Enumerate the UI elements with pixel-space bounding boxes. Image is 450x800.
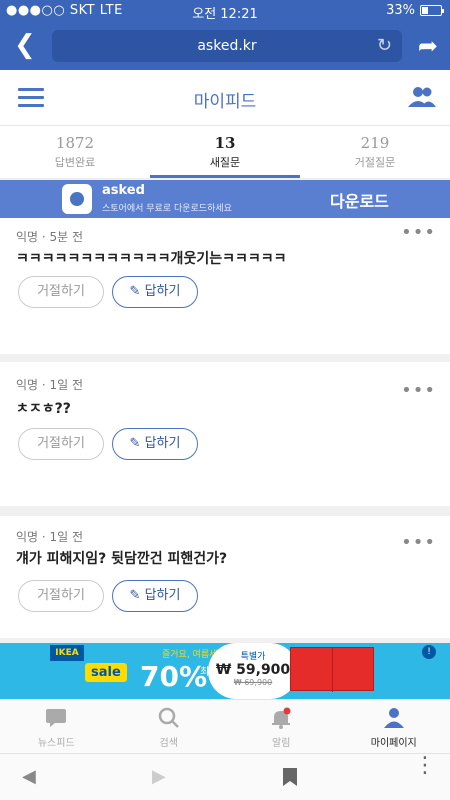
tab-new-questions[interactable]: 13 새질문 [150, 126, 300, 178]
download-button[interactable]: 다운로드 [330, 188, 389, 212]
clock-text: 오전 12:21 [192, 7, 258, 22]
browser-toolbar: ◀ ▶ ⋮ [0, 753, 450, 800]
menu-dots-icon[interactable]: ⋮ [414, 755, 436, 777]
bell-icon [272, 707, 291, 729]
ikea-logo: IKEA [50, 645, 84, 661]
rejected-label: 거절질문 [354, 156, 396, 169]
nav-mypage[interactable]: 마이페이지 [338, 700, 450, 753]
new-questions-count: 13 [214, 134, 236, 152]
ad-locker-image [290, 647, 374, 692]
ad-percent: 70% [140, 660, 208, 693]
question-card: 익명 · 1일 전 ••• 걔가 피해지임? 뒷담깐건 피핸건가? 거절하기 ✎… [0, 516, 450, 638]
question-meta: 익명 · 1일 전 [16, 530, 84, 544]
page-title: 마이피드 [193, 92, 257, 112]
asked-logo-icon [62, 184, 92, 214]
nav-notifications-label: 알림 [272, 738, 291, 749]
answered-count: 1872 [55, 134, 95, 152]
status-bar: ●●●○○ SKT LTE 오전 12:21 33% [0, 0, 450, 22]
reject-button[interactable]: 거절하기 [18, 428, 104, 460]
more-options-icon[interactable]: ••• [401, 532, 436, 553]
more-options-icon[interactable]: ••• [401, 222, 436, 243]
question-text: ㅋㅋㅋㅋㅋㅋㅋㅋㅋㅋㅋㅋ개웃기는ㅋㅋㅋㅋㅋ [16, 251, 287, 267]
question-meta: 익명 · 1일 전 [16, 378, 84, 392]
back-icon[interactable]: ❮ [14, 32, 36, 58]
battery-area: 33% [386, 3, 444, 18]
newsfeed-icon [46, 709, 67, 727]
answer-button[interactable]: ✎ 답하기 [112, 276, 198, 308]
answer-button[interactable]: ✎ 답하기 [112, 580, 198, 612]
profile-icon [383, 708, 404, 728]
question-meta: 익명 · 5분 전 [16, 230, 84, 244]
nav-newsfeed[interactable]: 뉴스피드 [0, 700, 113, 753]
nav-search-label: 검색 [159, 738, 178, 749]
nav-search[interactable]: 검색 [113, 700, 226, 753]
ad-old-price: ₩ 69,900 [233, 678, 273, 687]
banner-app-name: asked [102, 183, 145, 198]
bookmark-icon[interactable] [282, 767, 298, 787]
ad-price-label: 특별가 [240, 652, 266, 662]
url-text: asked.kr [197, 38, 257, 54]
ad-price-bubble: 특별가 ₩ 59,900 ₩ 69,900 [208, 643, 298, 699]
nav-newsfeed-label: 뉴스피드 [37, 738, 75, 749]
answer-label: 답하기 [144, 284, 181, 299]
nav-mypage-label: 마이페이지 [370, 738, 417, 749]
ad-sale-badge: sale [85, 663, 127, 682]
people-icon[interactable] [408, 86, 436, 108]
more-options-icon[interactable]: ••• [401, 380, 436, 401]
answered-label: 답변완료 [54, 156, 96, 169]
ad-info-icon[interactable]: ! [422, 645, 436, 659]
reject-button[interactable]: 거절하기 [18, 580, 104, 612]
browser-back-icon[interactable]: ◀ [22, 766, 36, 787]
question-text: 걔가 피해지임? 뒷담깐건 피핸건가? [16, 551, 228, 567]
question-card: 익명 · 1일 전 ••• ㅊㅈㅎ?? 거절하기 ✎ 답하기 [0, 362, 450, 506]
url-field[interactable]: asked.kr ↻ [52, 30, 402, 62]
rejected-count: 219 [360, 134, 390, 152]
tab-answered[interactable]: 1872 답변완료 [0, 126, 150, 178]
battery-icon [420, 5, 444, 16]
ad-price: ₩ 59,900 [215, 662, 291, 678]
share-icon[interactable]: ➦ [418, 32, 438, 60]
question-text: ㅊㅈㅎ?? [16, 401, 71, 417]
answer-button[interactable]: ✎ 답하기 [112, 428, 198, 460]
download-banner[interactable]: asked 스토어에서 무료로 다운로드하세요 다운로드 [0, 180, 450, 218]
tab-rejected[interactable]: 219 거절질문 [300, 126, 450, 178]
new-questions-label: 새질문 [209, 156, 241, 169]
reject-button[interactable]: 거절하기 [18, 276, 104, 308]
nav-notifications[interactable]: 알림 [225, 700, 338, 753]
question-card: 익명 · 5분 전 ••• ㅋㅋㅋㅋㅋㅋㅋㅋㅋㅋㅋㅋ개웃기는ㅋㅋㅋㅋㅋ 거절하기… [0, 218, 450, 354]
battery-percent: 33% [386, 3, 415, 18]
reload-icon[interactable]: ↻ [377, 30, 392, 62]
banner-description: 스토어에서 무료로 다운로드하세요 [102, 204, 232, 214]
answer-label: 답하기 [144, 436, 181, 451]
answer-label: 답하기 [144, 588, 181, 603]
ad-banner[interactable]: IKEA 즐거요, 여름세일 sale 70% 최대 특별가 ₩ 59,900 … [0, 643, 450, 699]
browser-bar: ❮ asked.kr ↻ ➦ [0, 22, 450, 70]
search-icon [158, 707, 179, 728]
stats-tabs: 1872 답변완료 13 새질문 219 거절질문 [0, 126, 450, 178]
app-header: 마이피드 [0, 70, 450, 126]
bottom-nav: 뉴스피드 검색 알림 마이페이지 [0, 699, 450, 753]
browser-forward-icon[interactable]: ▶ [152, 766, 166, 787]
